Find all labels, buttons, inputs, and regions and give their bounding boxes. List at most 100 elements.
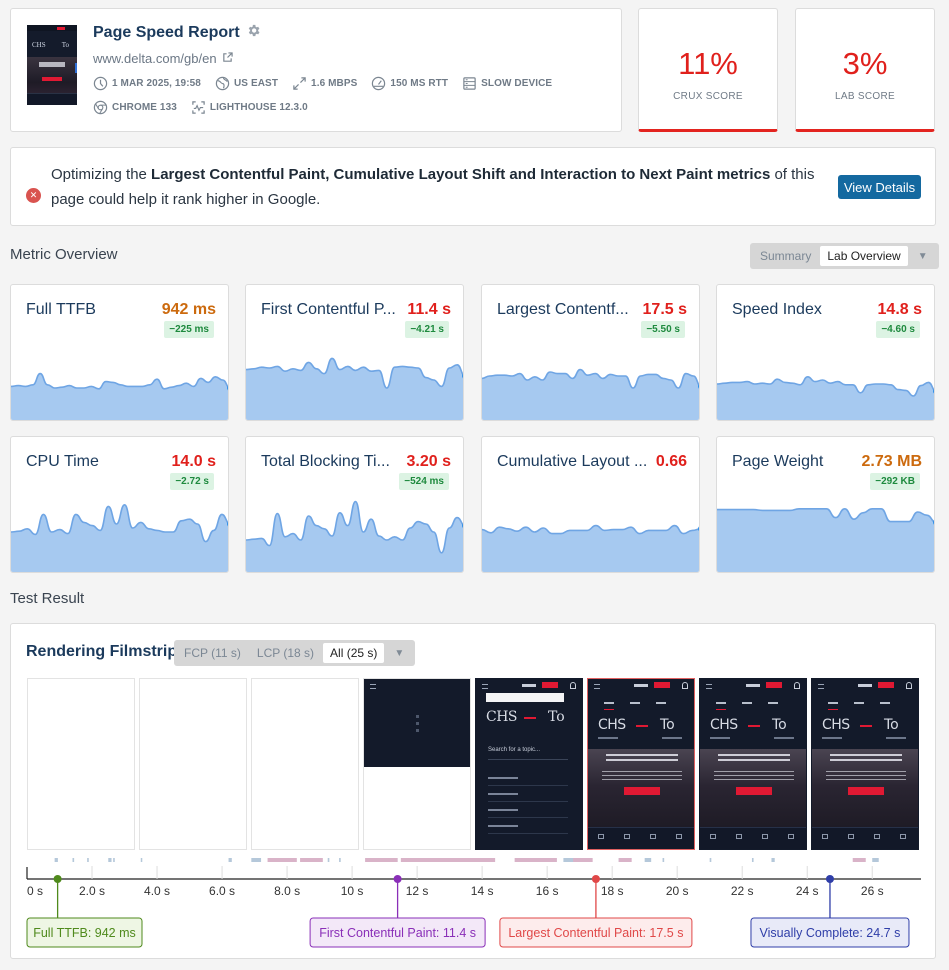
page-title: Page Speed Report [93, 24, 240, 41]
metric-name: Cumulative Layout ... [497, 453, 648, 470]
crux-score-label: CRUX SCORE [673, 91, 743, 102]
activity-bar-cpu [400, 858, 496, 862]
error-icon: ✕ [26, 188, 41, 203]
crux-score-value: 11% [678, 46, 738, 81]
activity-bar-network [228, 858, 232, 862]
filmstrip-frame[interactable]: CHS To [811, 678, 919, 850]
gauge-icon [372, 76, 386, 91]
gear-icon[interactable] [246, 23, 261, 43]
timeline-tick-label: 4.0 s [144, 884, 170, 898]
clock-icon [93, 76, 108, 91]
filmstrip-frame[interactable]: CHS To Search for a topic... [475, 678, 583, 850]
metric-card[interactable]: Speed Index 14.8 s −4.60 s [716, 284, 935, 421]
chevron-down-icon[interactable]: ▼ [386, 648, 412, 659]
metric-card[interactable]: First Contentful P... 11.4 s −4.21 s [245, 284, 464, 421]
activity-bar-cpu [573, 858, 593, 862]
visually-complete-label: Visually Complete: 24.7 s [760, 926, 901, 940]
filmstrip-title: Rendering Filmstrip [26, 643, 178, 660]
globe-icon [215, 76, 230, 91]
activity-bar-network [751, 858, 754, 862]
test-device: SLOW DEVICE [462, 76, 552, 91]
filmstrip-range-toggle: FCP (11 s) LCP (18 s) All (25 s) ▼ [174, 640, 416, 666]
toggle-lcp[interactable]: LCP (18 s) [250, 643, 321, 663]
first-contentful-paint-marker-dot [393, 875, 402, 883]
frame-menu-item [488, 809, 518, 811]
crux-score-card[interactable]: 11% CRUX SCORE [638, 8, 778, 132]
metric-value: 3.20 s [406, 453, 451, 470]
metric-card[interactable]: Cumulative Layout ... 0.66 [481, 436, 700, 573]
filmstrip-frame[interactable]: CHS To [587, 678, 695, 850]
lab-score-card[interactable]: 3% LAB SCORE [795, 8, 935, 132]
metric-delta-badge: −524 ms [399, 473, 449, 490]
toggle-lab-overview[interactable]: Lab Overview [820, 246, 908, 266]
metric-card[interactable]: Page Weight 2.73 MB −292 KB [716, 436, 935, 573]
metric-name: First Contentful P... [261, 301, 396, 318]
metric-delta-badge: −5.50 s [641, 321, 685, 338]
test-date: 1 MAR 2025, 19:58 [93, 76, 201, 91]
metric-trend-sparkline [717, 375, 934, 420]
filmstrip-frame[interactable] [27, 678, 135, 850]
chrome-icon [93, 100, 108, 115]
metric-card[interactable]: Largest Contentf... 17.5 s −5.50 s [481, 284, 700, 421]
timeline-tick-label: 16 s [536, 884, 559, 898]
full-ttfb-label: Full TTFB: 942 ms [33, 926, 136, 940]
alert-message: Optimizing the Largest Contentful Paint,… [51, 166, 815, 208]
visually-complete-marker-dot [825, 875, 834, 883]
toggle-all[interactable]: All (25 s) [323, 643, 385, 663]
frame-menu-item [488, 825, 518, 827]
first-contentful-paint-label: First Contentful Paint: 11.4 s [319, 926, 476, 940]
frame-menu-item [488, 777, 518, 779]
metric-trend-sparkline [482, 524, 699, 572]
test-settings-row: 1 MAR 2025, 19:58 US EAST 1.6 MBPS 150 M… [93, 76, 552, 91]
timeline-tick-label: 14 s [471, 884, 494, 898]
activity-bar-network [54, 858, 58, 862]
activity-bar-cpu [300, 858, 323, 862]
toggle-fcp[interactable]: FCP (11 s) [177, 643, 248, 663]
filmstrip-frame[interactable] [251, 678, 359, 850]
timeline-tick-label: 10 s [341, 884, 364, 898]
page-url-link[interactable]: www.delta.com/gb/en [93, 51, 217, 66]
toggle-summary[interactable]: Summary [753, 246, 818, 266]
timeline-tick-label: 22 s [731, 884, 754, 898]
external-link-icon[interactable] [222, 51, 233, 66]
metric-trend-sparkline [717, 507, 934, 572]
metric-card[interactable]: Full TTFB 942 ms −225 ms [10, 284, 229, 421]
activity-bar-network [72, 858, 75, 862]
activity-bar-cpu [267, 858, 297, 862]
test-rtt: 150 MS RTT [371, 76, 448, 91]
test-bandwidth: 1.6 MBPS [292, 76, 357, 91]
sparkline-area [717, 376, 934, 420]
metric-card[interactable]: Total Blocking Ti... 3.20 s −524 ms [245, 436, 464, 573]
activity-bar-network [709, 858, 712, 862]
filmstrip-timeline: 0 s 2.0 s 4.0 s 6.0 s 8.0 s 10 s 12 s 14 s 16 s 1… [26, 858, 921, 948]
metric-value: 11.4 s [407, 301, 451, 318]
activity-bar-cpu [514, 858, 557, 862]
filmstrip-frame[interactable] [363, 678, 471, 850]
filmstrip-frame[interactable]: CHS To [699, 678, 807, 850]
activity-bar-cpu [852, 858, 866, 862]
chevron-down-icon[interactable]: ▼ [910, 251, 936, 262]
lighthouse-icon [192, 101, 205, 114]
metric-delta-badge: −292 KB [870, 473, 920, 490]
timeline-tick-label: 0 s [27, 884, 43, 898]
sparkline-area [717, 508, 934, 572]
activity-bar-network [87, 858, 89, 862]
sparkline-area [482, 369, 699, 420]
view-details-button[interactable]: View Details [838, 175, 921, 199]
page-screenshot-thumbnail[interactable]: CHS To [27, 25, 77, 105]
metric-value: 942 ms [161, 301, 216, 318]
activity-bar-network [113, 858, 115, 862]
lab-score-value: 3% [842, 46, 888, 81]
activity-bar-cpu [365, 858, 398, 862]
filmstrip-frame[interactable] [139, 678, 247, 850]
timeline-tick-label: 8.0 s [274, 884, 300, 898]
metric-value: 17.5 s [642, 301, 687, 318]
test-result-heading: Test Result [10, 590, 85, 607]
largest-contentful-paint-marker-dot [591, 875, 600, 883]
timeline-tick-label: 6.0 s [209, 884, 235, 898]
bandwidth-icon [293, 77, 306, 90]
metric-delta-badge: −2.72 s [170, 473, 214, 490]
metric-card[interactable]: CPU Time 14.0 s −2.72 s [10, 436, 229, 573]
sparkline-area [482, 525, 699, 572]
metric-name: Total Blocking Ti... [261, 453, 390, 470]
